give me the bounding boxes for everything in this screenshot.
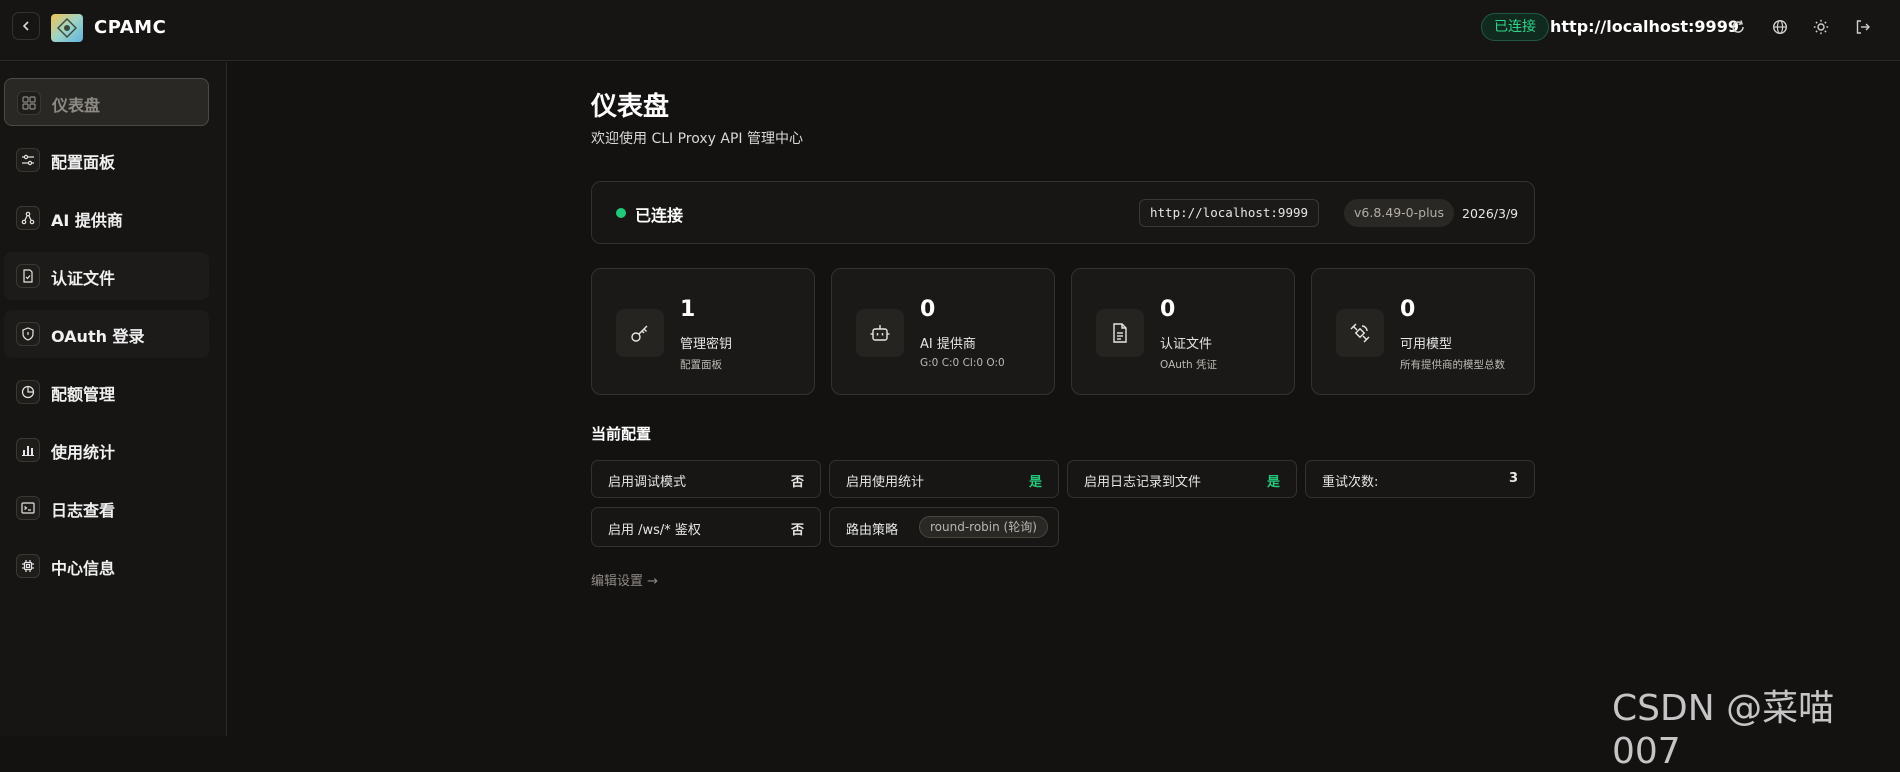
shield-icon	[16, 322, 40, 346]
watermark: CSDN @菜喵007	[1612, 688, 1835, 772]
stat-label: AI 提供商	[920, 337, 976, 352]
connection-status-card: 已连接 http://localhost:9999 v6.8.49-0-plus…	[591, 181, 1535, 244]
back-button[interactable]	[12, 12, 40, 40]
config-value: 是	[1266, 475, 1280, 490]
build-date: 2026/3/9	[1462, 206, 1519, 221]
network-icon	[16, 206, 40, 230]
stat-card-models[interactable]: 0 可用模型 所有提供商的模型总数	[1311, 268, 1535, 395]
app-name: CPAMC	[94, 17, 167, 38]
page-title: 仪表盘	[591, 92, 670, 122]
stat-value: 0	[920, 297, 936, 322]
stat-card-auth-files[interactable]: 0 认证文件 OAuth 凭证	[1071, 268, 1295, 395]
key-icon	[616, 309, 664, 357]
sidebar-item-dashboard[interactable]: 仪表盘	[4, 78, 209, 126]
edit-settings-link[interactable]: 编辑设置 →	[591, 570, 658, 589]
language-button[interactable]	[1770, 17, 1790, 37]
sidebar-item-label: AI 提供商	[51, 211, 123, 230]
sidebar-item-label: 日志查看	[51, 501, 116, 520]
refresh-icon	[1732, 20, 1744, 33]
sliders-icon	[16, 148, 40, 172]
config-item-ws-auth: 启用 /ws/* 鉴权 否	[591, 507, 821, 547]
stat-value: 0	[1400, 297, 1416, 322]
sidebar-item-label: 中心信息	[51, 559, 116, 578]
config-value: 否	[790, 523, 804, 538]
stat-label: 可用模型	[1400, 337, 1453, 352]
server-url-chip: http://localhost:9999	[1139, 199, 1320, 227]
config-value: 3	[1508, 471, 1518, 486]
file-check-icon	[16, 264, 40, 288]
config-item-retry-count: 重试次数: 3	[1305, 460, 1535, 498]
logout-button[interactable]	[1853, 17, 1873, 37]
section-title-current-config: 当前配置	[591, 425, 652, 443]
sidebar-item-logs[interactable]: 日志查看	[4, 484, 209, 532]
config-item-debug: 启用调试模式 否	[591, 460, 821, 498]
stat-value: 0	[1160, 297, 1176, 322]
sidebar-item-config[interactable]: 配置面板	[4, 136, 209, 184]
terminal-icon	[16, 496, 40, 520]
stat-subtext: G:0 C:0 Cl:0 O:0	[920, 357, 1005, 369]
stat-label: 认证文件	[1160, 337, 1213, 352]
theme-toggle-button[interactable]	[1811, 17, 1831, 37]
sidebar-item-usage-stats[interactable]: 使用统计	[4, 426, 209, 474]
stat-subtext: 所有提供商的模型总数	[1400, 359, 1505, 371]
sidebar-item-center-info[interactable]: 中心信息	[4, 542, 209, 590]
stat-subtext: OAuth 凭证	[1160, 359, 1218, 371]
sidebar: 仪表盘 配置面板 AI 提供商 认证文件 OAuth 登录 配额管理 使用统计 …	[0, 62, 227, 736]
chip-icon	[16, 554, 40, 578]
pie-chart-icon	[16, 380, 40, 404]
globe-icon	[1772, 19, 1788, 35]
stat-label: 管理密钥	[680, 337, 733, 352]
sidebar-item-label: OAuth 登录	[51, 327, 145, 346]
sidebar-item-label: 仪表盘	[52, 96, 101, 115]
status-text: 已连接	[635, 206, 684, 225]
stat-card-management-keys[interactable]: 1 管理密钥 配置面板	[591, 268, 815, 395]
version-badge: v6.8.49-0-plus	[1344, 199, 1454, 227]
sidebar-item-label: 认证文件	[51, 269, 116, 288]
dashboard-icon	[17, 91, 41, 115]
config-label: 启用日志记录到文件	[1084, 475, 1202, 490]
chevron-left-icon	[22, 21, 29, 31]
sidebar-item-label: 配置面板	[51, 153, 116, 172]
page-subtitle: 欢迎使用 CLI Proxy API 管理中心	[591, 131, 804, 147]
bot-icon	[856, 309, 904, 357]
config-label: 启用调试模式	[608, 475, 687, 490]
refresh-button[interactable]	[1728, 17, 1748, 37]
sidebar-item-quota[interactable]: 配额管理	[4, 368, 209, 416]
top-bar: CPAMC 已连接 http://localhost:9999	[0, 0, 1900, 61]
config-label: 路由策略	[846, 523, 899, 538]
config-item-file-logging: 启用日志记录到文件 是	[1067, 460, 1297, 498]
bar-chart-icon	[16, 438, 40, 462]
satellite-icon	[1336, 309, 1384, 357]
logout-icon	[1856, 20, 1870, 34]
status-dot-icon	[616, 208, 626, 218]
server-url: http://localhost:9999	[1550, 17, 1739, 36]
sidebar-item-ai-providers[interactable]: AI 提供商	[4, 194, 209, 242]
config-label: 启用 /ws/* 鉴权	[608, 523, 701, 538]
document-icon	[1096, 309, 1144, 357]
stat-value: 1	[680, 297, 696, 322]
config-value: 否	[790, 475, 804, 490]
sidebar-item-label: 使用统计	[51, 443, 116, 462]
config-item-usage-stats: 启用使用统计 是	[829, 460, 1059, 498]
sun-icon	[1813, 19, 1829, 35]
sidebar-item-oauth-login[interactable]: OAuth 登录	[4, 310, 209, 358]
sidebar-item-auth-files[interactable]: 认证文件	[4, 252, 209, 300]
stat-card-ai-providers[interactable]: 0 AI 提供商 G:0 C:0 Cl:0 O:0	[831, 268, 1055, 395]
routing-strategy-chip: round-robin (轮询)	[919, 516, 1048, 538]
config-item-routing-strategy: 路由策略 round-robin (轮询)	[829, 507, 1059, 547]
config-value: 是	[1028, 475, 1042, 490]
config-label: 重试次数:	[1322, 475, 1379, 490]
stat-subtext: 配置面板	[680, 359, 722, 371]
app-logo	[51, 14, 83, 42]
sidebar-item-label: 配额管理	[51, 385, 116, 404]
connection-badge: 已连接	[1481, 13, 1549, 41]
config-label: 启用使用统计	[846, 475, 925, 490]
